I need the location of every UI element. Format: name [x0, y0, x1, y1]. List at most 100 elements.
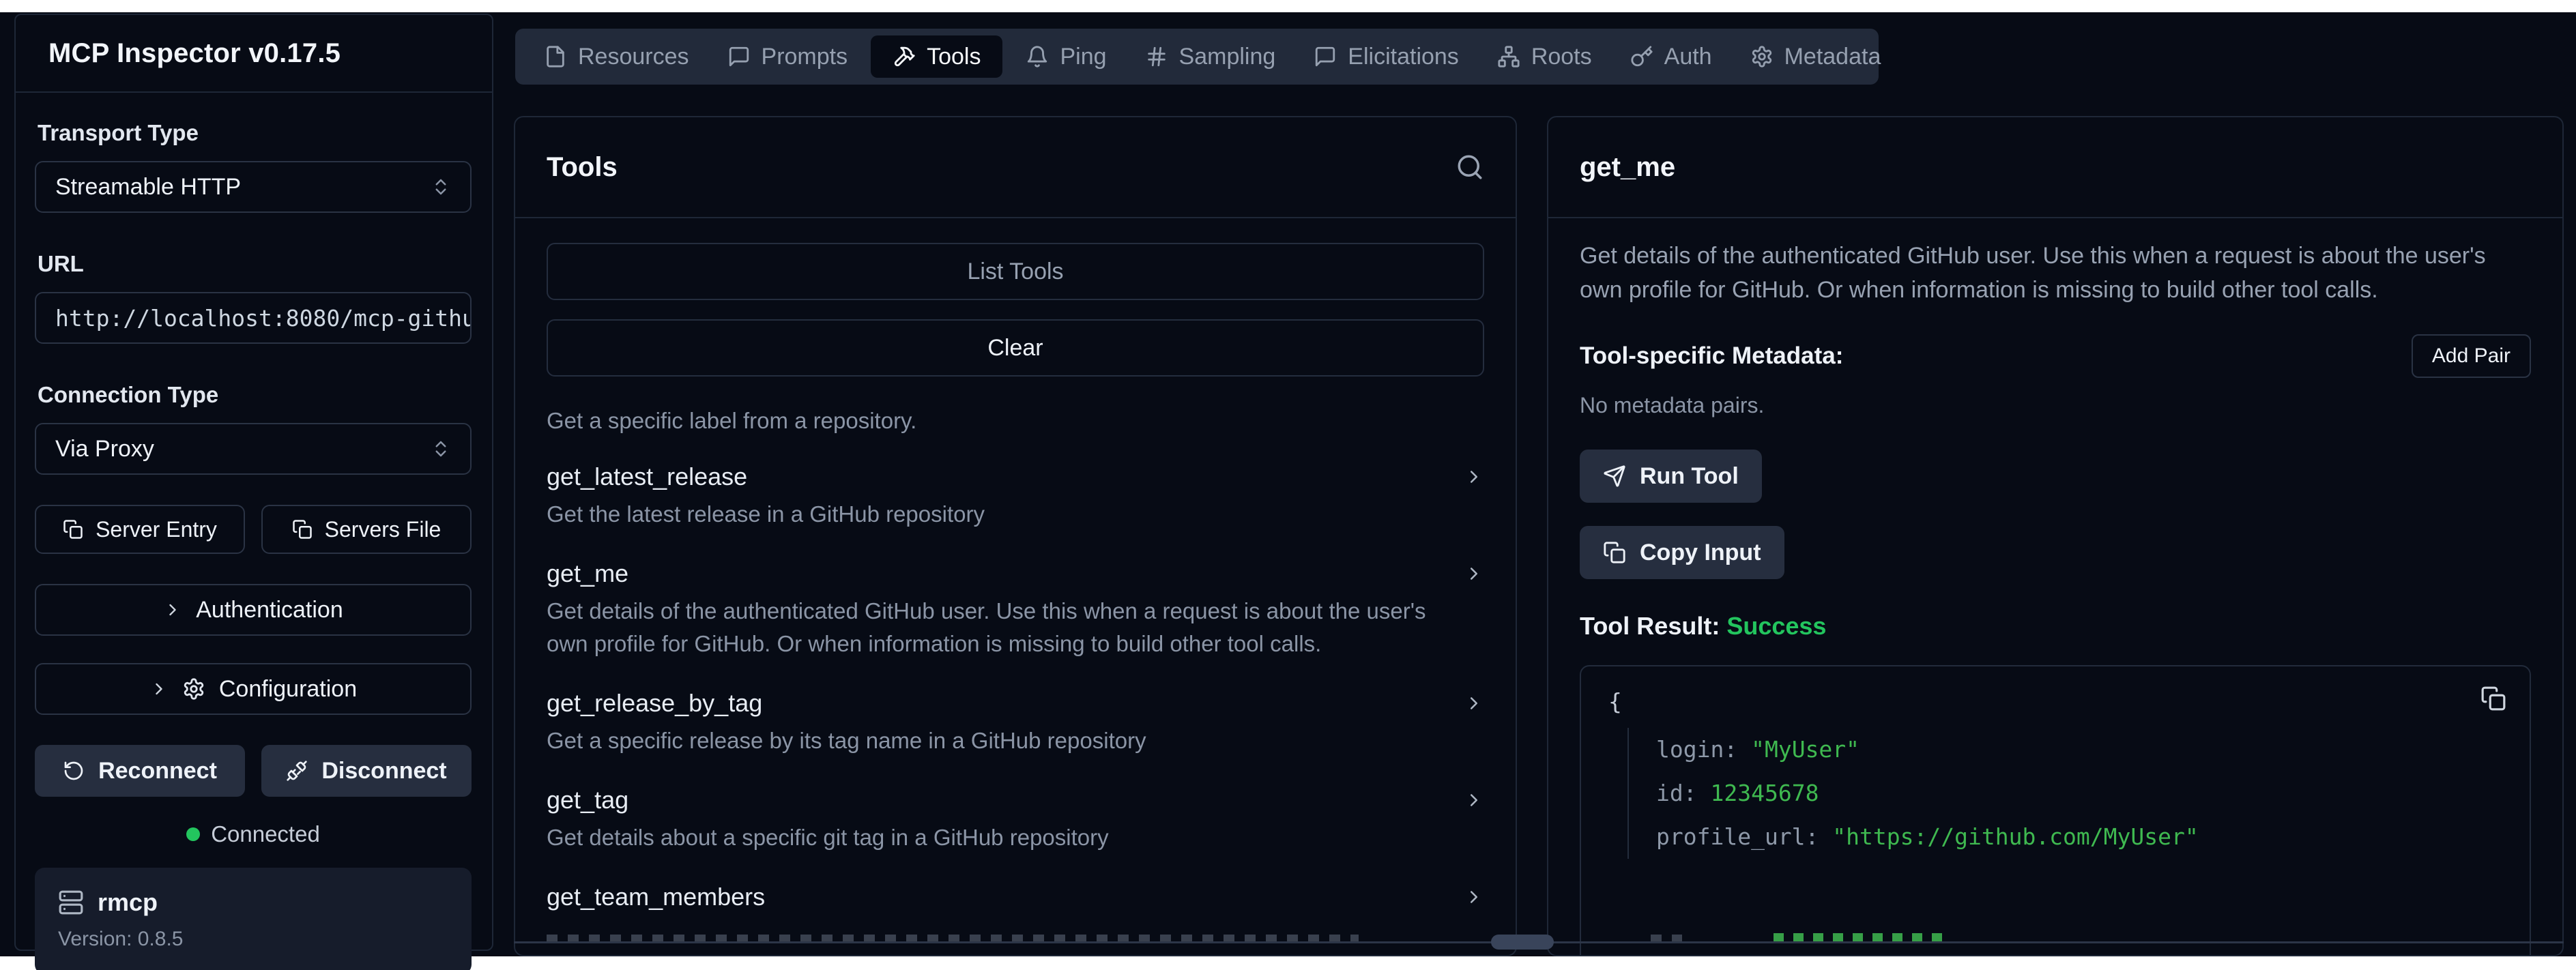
result-row: id: 12345678 [1656, 771, 2502, 815]
tab-tools[interactable]: Tools [871, 35, 1002, 78]
tab-elicitations[interactable]: Elicitations [1294, 29, 1478, 85]
tool-name: get_latest_release [547, 462, 747, 491]
tool-list-item[interactable]: get_me Get details of the authenticated … [547, 559, 1484, 660]
run-tool-button[interactable]: Run Tool [1580, 450, 1762, 503]
tools-panel-header: Tools [515, 117, 1516, 218]
servers-file-button[interactable]: Servers File [261, 505, 472, 554]
tab-metadata[interactable]: Metadata [1731, 29, 1900, 85]
panel-resize-handle[interactable] [1491, 935, 1554, 950]
tool-list-item[interactable]: get_tag Get details about a specific git… [547, 786, 1484, 854]
bell-icon [1026, 45, 1049, 68]
clear-button[interactable]: Clear [547, 319, 1484, 377]
tool-list-item[interactable]: get_release_by_tag Get a specific releas… [547, 689, 1484, 757]
message-square-icon [727, 45, 751, 68]
tab-label: Prompts [762, 44, 848, 70]
clipped-text-tips [1651, 935, 1682, 941]
tab-prompts[interactable]: Prompts [708, 29, 867, 85]
run-tool-label: Run Tool [1640, 463, 1739, 490]
status-dot-icon [186, 827, 200, 841]
gear-icon [182, 677, 205, 701]
add-pair-button[interactable]: Add Pair [2412, 334, 2531, 378]
server-entry-label: Server Entry [96, 517, 217, 542]
tab-ping[interactable]: Ping [1007, 29, 1125, 85]
result-row: login: "MyUser" [1656, 728, 2502, 771]
tab-auth[interactable]: Auth [1611, 29, 1731, 85]
tool-description: Get details of the authenticated GitHub … [547, 595, 1441, 660]
result-value: "MyUser" [1751, 736, 1859, 763]
tab-label: Roots [1531, 44, 1592, 70]
selected-tool-title: get_me [1580, 152, 1675, 183]
search-icon[interactable] [1456, 153, 1484, 181]
tool-name: get_me [547, 559, 628, 588]
metadata-row: Tool-specific Metadata: Add Pair [1580, 334, 2531, 378]
result-value: "https://github.com/MyUser" [1832, 823, 2198, 850]
server-name: rmcp [98, 888, 158, 917]
sidebar-body: Transport Type Streamable HTTP URL http:… [16, 93, 492, 970]
tab-label: Resources [578, 44, 689, 70]
chevron-right-icon [1464, 467, 1484, 487]
copy-input-label: Copy Input [1640, 540, 1761, 566]
result-code-block: { login: "MyUser" id: 12345678 profile_u… [1580, 665, 2531, 956]
tools-panel-body: List Tools Clear Get a specific label fr… [515, 218, 1516, 911]
network-icon [1497, 45, 1520, 68]
tool-description: Get a specific release by its tag name i… [547, 724, 1441, 757]
configuration-collapsible[interactable]: Configuration [35, 663, 472, 715]
file-icon [544, 45, 567, 68]
tool-description-partial: Get a specific label from a repository. [547, 408, 1484, 434]
chevrons-up-down-icon [431, 439, 451, 459]
status-label: Connected [211, 821, 320, 847]
tab-resources[interactable]: Resources [525, 29, 708, 85]
clipped-text-tips-green [1774, 933, 1948, 941]
sidebar-header: MCP Inspector v0.17.5 [16, 15, 492, 93]
servers-file-label: Servers File [325, 517, 442, 542]
copy-result-icon[interactable] [2480, 686, 2506, 711]
tool-result-label: Tool Result: [1580, 612, 1720, 640]
server-name-row: rmcp [58, 888, 448, 917]
chevron-right-icon [149, 679, 169, 699]
mcp-inspector-app: MCP Inspector v0.17.5 Transport Type Str… [0, 12, 2576, 956]
message-square-icon [1314, 45, 1337, 68]
server-icon [58, 890, 84, 915]
tool-list-item[interactable]: get_team_members [547, 883, 1484, 911]
rotate-ccw-icon [63, 760, 85, 782]
copy-input-button[interactable]: Copy Input [1580, 526, 1784, 579]
unplug-icon [286, 760, 308, 782]
tool-result-status: Success [1726, 612, 1826, 640]
authentication-collapsible[interactable]: Authentication [35, 584, 472, 636]
detail-panel-body: Get details of the authenticated GitHub … [1548, 218, 2562, 956]
transport-type-select[interactable]: Streamable HTTP [35, 161, 472, 213]
chevron-right-icon [1464, 887, 1484, 907]
list-tools-button[interactable]: List Tools [547, 243, 1484, 300]
server-entry-button[interactable]: Server Entry [35, 505, 245, 554]
gear-icon [1750, 45, 1774, 68]
tools-panel-title: Tools [547, 152, 618, 183]
tab-label: Tools [927, 44, 981, 70]
hammer-icon [893, 45, 916, 68]
tool-name: get_team_members [547, 883, 765, 911]
connection-type-select[interactable]: Via Proxy [35, 423, 472, 475]
tab-label: Elicitations [1348, 44, 1459, 70]
authentication-label: Authentication [196, 597, 343, 623]
no-metadata-text: No metadata pairs. [1580, 393, 2531, 418]
reconnect-button[interactable]: Reconnect [35, 745, 245, 797]
result-value: 12345678 [1711, 780, 1819, 806]
tab-roots[interactable]: Roots [1478, 29, 1611, 85]
tab-label: Sampling [1179, 44, 1276, 70]
transport-type-value: Streamable HTTP [55, 174, 241, 201]
connection-status: Connected [35, 821, 472, 847]
selected-tool-description: Get details of the authenticated GitHub … [1580, 239, 2521, 307]
transport-type-label: Transport Type [38, 120, 472, 146]
url-label: URL [38, 251, 472, 277]
url-input[interactable]: http://localhost:8080/mcp-githu [35, 292, 472, 344]
screen: MCP Inspector v0.17.5 Transport Type Str… [0, 0, 2576, 970]
tool-result-line: Tool Result: Success [1580, 612, 2531, 641]
result-row: profile_url: "https://github.com/MyUser" [1656, 815, 2502, 859]
tool-name: get_tag [547, 786, 628, 814]
server-buttons-row: Server Entry Servers File [35, 505, 472, 554]
app-title: MCP Inspector v0.17.5 [48, 38, 341, 69]
tab-sampling[interactable]: Sampling [1126, 29, 1295, 85]
result-rows: login: "MyUser" id: 12345678 profile_url… [1627, 728, 2502, 859]
clipped-text-tips [547, 935, 1359, 941]
disconnect-button[interactable]: Disconnect [261, 745, 472, 797]
tool-list-item[interactable]: get_latest_release Get the latest releas… [547, 462, 1484, 531]
